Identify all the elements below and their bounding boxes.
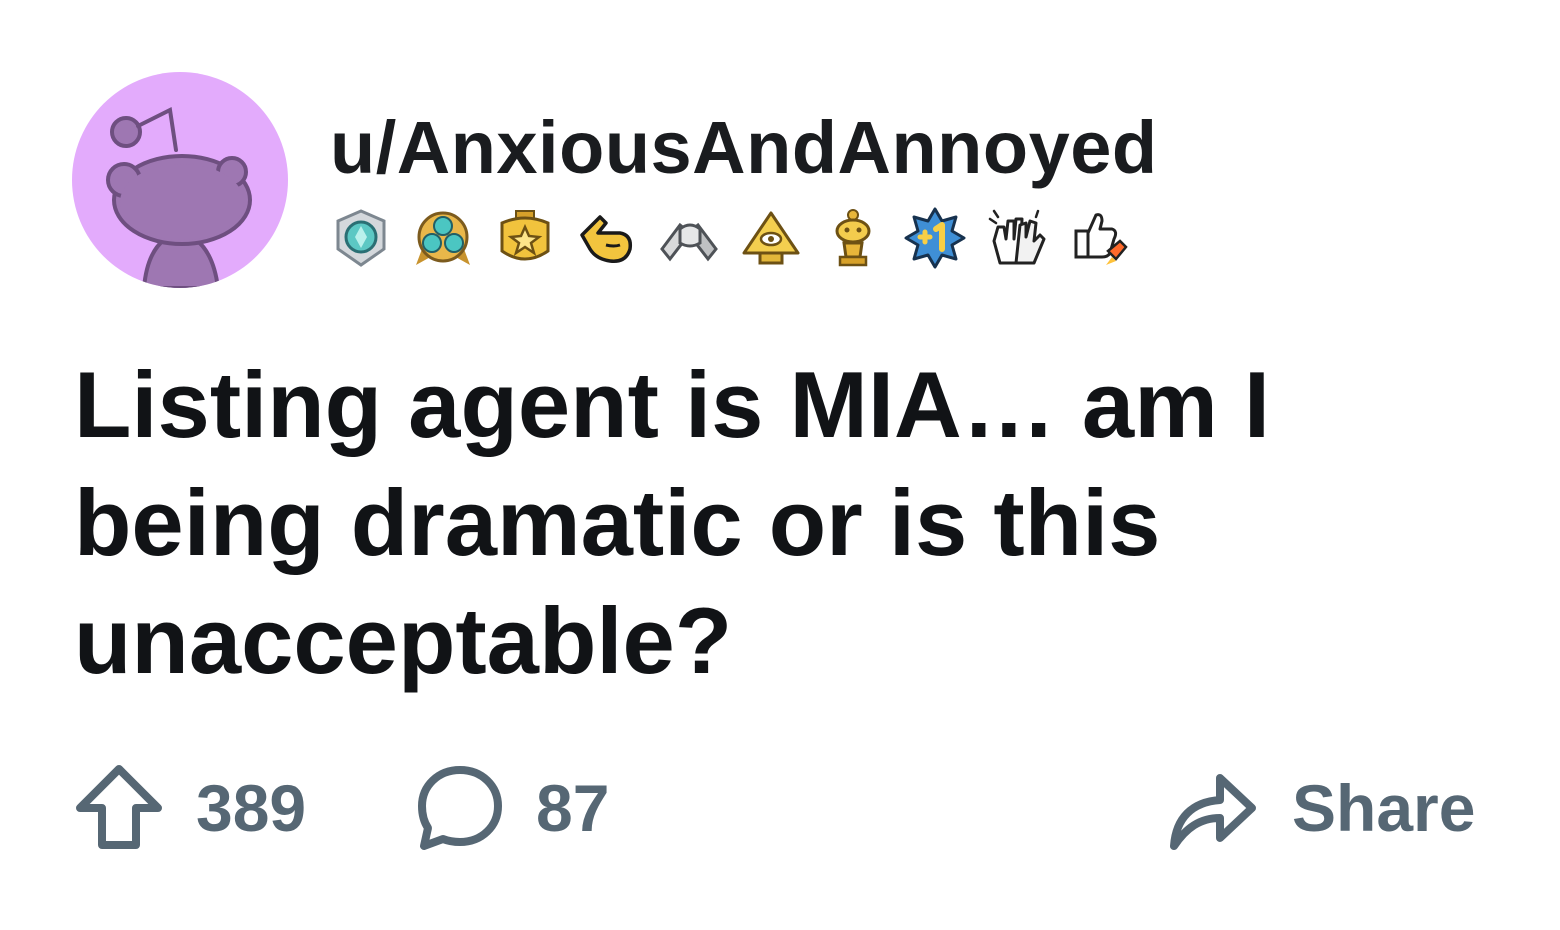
gold-snoo-trophy-icon [835, 209, 871, 267]
share-label: Share [1292, 771, 1476, 845]
upvote-arrow-icon [76, 765, 162, 849]
pyramid-eye-icon [742, 211, 800, 265]
comment-count: 87 [536, 771, 610, 845]
clapping-hands-icon [988, 209, 1046, 265]
snoo-avatar-icon [106, 106, 252, 288]
upvote-button[interactable]: 389 [74, 760, 306, 856]
plus-one-badge-icon [904, 207, 966, 269]
author-username[interactable]: u/AnxiousAndAnnoyed [330, 108, 1158, 188]
post-card: u/AnxiousAndAnnoyed Listing agent is MIA… [0, 0, 1560, 930]
share-arrow-icon [1170, 774, 1256, 850]
post-actions-bar: 389 87 Share [0, 760, 1560, 856]
triple-gem-badge-icon [416, 211, 470, 265]
comments-button[interactable]: 87 [414, 760, 609, 856]
post-title[interactable]: Listing agent is MIA… am I being dramati… [74, 346, 1454, 700]
trophy-row [330, 205, 1130, 271]
pointing-hand-icon [580, 215, 633, 263]
handshake-icon [660, 222, 718, 262]
gem-badge-icon [336, 209, 386, 267]
gold-star-badge-icon [500, 210, 550, 261]
thumbs-up-rocket-icon [1074, 213, 1128, 265]
share-button[interactable]: Share [1166, 760, 1475, 856]
avatar[interactable] [72, 72, 288, 288]
upvote-count: 389 [196, 771, 307, 845]
comment-bubble-icon [418, 766, 502, 850]
